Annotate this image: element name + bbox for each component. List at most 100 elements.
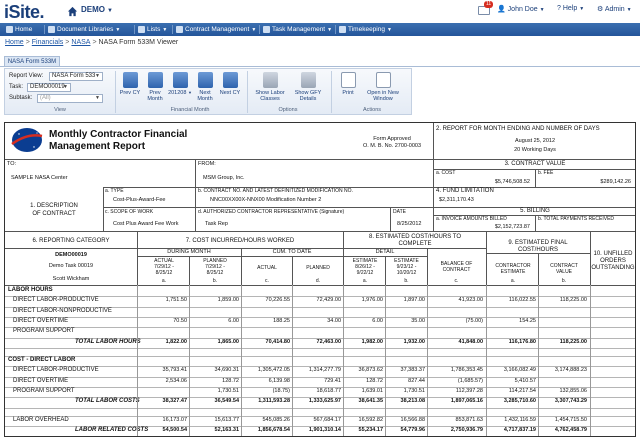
- s8-title-b: COMPLETE: [398, 241, 432, 247]
- column-divider: [486, 285, 487, 436]
- row-divider: [5, 327, 635, 329]
- admin-label: Admin: [604, 6, 625, 13]
- prev-month-button[interactable]: Prev Month: [142, 72, 168, 102]
- admin-menu[interactable]: ⚙ Admin ▼: [597, 5, 632, 13]
- task-select[interactable]: DEMO00019 ▼: [27, 83, 71, 92]
- cost-row-cell: 3,174,888.23: [554, 367, 587, 374]
- print-button[interactable]: Print: [335, 72, 361, 96]
- labor-hours-row-cell: 188.25: [273, 317, 290, 324]
- main-nav: Home Document Libraries ▼ Lists ▼ Contract…: [0, 23, 640, 36]
- labor-hours-row-cell: 1,976.00: [361, 297, 383, 304]
- breadcrumb-separator: >: [65, 39, 70, 46]
- breadcrumb-home[interactable]: Home: [5, 39, 24, 46]
- labor-related-row-cell: 4,717,837.19: [503, 427, 536, 434]
- nav-contract-management[interactable]: Contract Management ▼: [176, 24, 256, 35]
- col-contract-value-header: CONTRACT VALUE: [539, 263, 589, 275]
- cost-total-cell: 3,285,710.60: [503, 398, 536, 405]
- cost-row-cell: 1,639.01: [361, 388, 383, 394]
- org-dropdown[interactable]: DEMO ▼: [81, 5, 113, 14]
- grid-line: [385, 256, 386, 285]
- subtask-select[interactable]: (All) ▼: [37, 94, 103, 103]
- cost-value: $5,746,508.52: [494, 179, 530, 185]
- col-est2-header: ESTIMATE 9/23/12 -10/20/12: [386, 258, 427, 276]
- help-menu[interactable]: ? Help ▼: [557, 5, 584, 12]
- col-actual-c: 8/25/12: [155, 270, 173, 276]
- column-divider: [385, 285, 386, 436]
- from-value: MSM Group, Inc.: [203, 175, 245, 181]
- breadcrumb-financials[interactable]: Financials: [32, 39, 64, 46]
- chevron-down-icon: ▼: [251, 27, 257, 33]
- subtask-label: Subtask:: [9, 95, 33, 101]
- period-select[interactable]: 201208 ▼: [167, 72, 193, 96]
- grid-line: [137, 256, 427, 257]
- labor-overhead-row-cell: 1,454,715.50: [554, 416, 587, 423]
- cost-row-cell: 827.44: [408, 377, 425, 384]
- omb-number: O. M. B. No. 2700-0003: [362, 143, 422, 149]
- col-planned-c: 8/25/12: [206, 270, 224, 276]
- task-icon: [263, 26, 270, 33]
- cost-row-cell: 18,618.77: [316, 388, 341, 394]
- user-icon: 👤: [497, 6, 506, 13]
- breadcrumb-nasa[interactable]: NASA: [71, 39, 90, 46]
- cost-row-label: DIRECT LABOR-PRODUCTIVE: [13, 367, 99, 374]
- actions-group-label: Actions: [362, 107, 382, 113]
- cost-row-cell: 37,383.37: [400, 367, 425, 374]
- chevron-down-icon: ▼: [63, 84, 68, 90]
- nav-doclib-label: Document Libraries: [57, 26, 114, 33]
- notification-badge: 11: [484, 1, 494, 8]
- prev-cy-button[interactable]: Prev CY: [117, 72, 143, 96]
- cost-row-cell: 1,786,353.45: [450, 367, 483, 374]
- labor-classes-icon: [262, 72, 278, 88]
- col-balance-header: BALANCE OF CONTRACT: [428, 261, 485, 273]
- isite-logo[interactable]: iSite.: [4, 2, 45, 23]
- open-new-window-button[interactable]: Open in New Window: [363, 72, 403, 102]
- labor-hours-total-cell: 116,176.80: [508, 338, 536, 345]
- labor-hours-row-cell: 70,226.55: [265, 297, 290, 304]
- labor-hours-section-title: LABOR HOURS: [8, 287, 53, 293]
- new-window-icon: [375, 72, 391, 88]
- labor-related-row-cell: 1,901,310.14: [308, 427, 341, 434]
- grid-line: [390, 207, 391, 231]
- home-icon[interactable]: [67, 6, 78, 17]
- col-letter: a.: [161, 278, 167, 284]
- row-divider: [5, 407, 635, 409]
- show-labor-classes-button[interactable]: Show Labor Classes: [254, 72, 286, 102]
- user-menu[interactable]: 👤 John Doe ▼: [497, 5, 545, 13]
- next-month-button[interactable]: Next Month: [192, 72, 218, 102]
- labor-hours-total-cell: 41,848.00: [458, 338, 483, 345]
- col-est1-c: 9/22/12: [356, 270, 374, 276]
- next-cy-button[interactable]: Next CY: [217, 72, 243, 96]
- labor-hours-total-cell: 118,225.00: [559, 338, 587, 345]
- col-planned-header: PLANNED 7/29/12 -8/25/12: [189, 258, 241, 276]
- ribbon-divider: [115, 71, 116, 113]
- task-label: Task:: [9, 84, 24, 90]
- period-label: 201208: [168, 90, 187, 96]
- row-divider: [5, 356, 635, 358]
- labor-hours-total-label: TOTAL LABOR HOURS: [75, 338, 141, 345]
- chevron-down-icon: ▼: [115, 27, 121, 33]
- grid-line: [189, 256, 190, 285]
- show-gfy-details-button[interactable]: Show GFY Details: [292, 72, 324, 102]
- invoice-label: a. INVOICE AMOUNTS BILLED: [436, 216, 507, 222]
- labor-related-row-cell: 54,779.96: [400, 427, 425, 434]
- folder-icon: [48, 26, 55, 33]
- next-cy-label: Next CY: [219, 90, 241, 96]
- arrow-right-icon: [197, 72, 213, 88]
- labor-hours-row-label: PROGRAM SUPPORT: [13, 328, 75, 335]
- nav-lists[interactable]: Lists ▼: [138, 24, 167, 35]
- col-cest-b: ESTIMATE: [500, 269, 526, 275]
- nav-timekeeping[interactable]: Timekeeping ▼: [339, 24, 392, 35]
- grid-line: [195, 187, 196, 231]
- help-icon: ?: [557, 5, 561, 12]
- nav-lists-label: Lists: [147, 26, 161, 33]
- s4-title: 4. FUND LIMITATION: [436, 188, 494, 194]
- type-value: Cost-Plus-Award-Fee: [113, 197, 166, 203]
- column-divider: [590, 285, 591, 436]
- tab-divider: [0, 66, 640, 67]
- nav-home[interactable]: Home: [6, 24, 32, 35]
- nav-task-management[interactable]: Task Management ▼: [263, 24, 332, 35]
- nav-contract-label: Contract Management: [185, 26, 250, 33]
- nav-divider: [172, 25, 173, 34]
- report-view-select[interactable]: NASA Form 533 ▼: [49, 72, 103, 81]
- nav-document-libraries[interactable]: Document Libraries ▼: [48, 24, 120, 35]
